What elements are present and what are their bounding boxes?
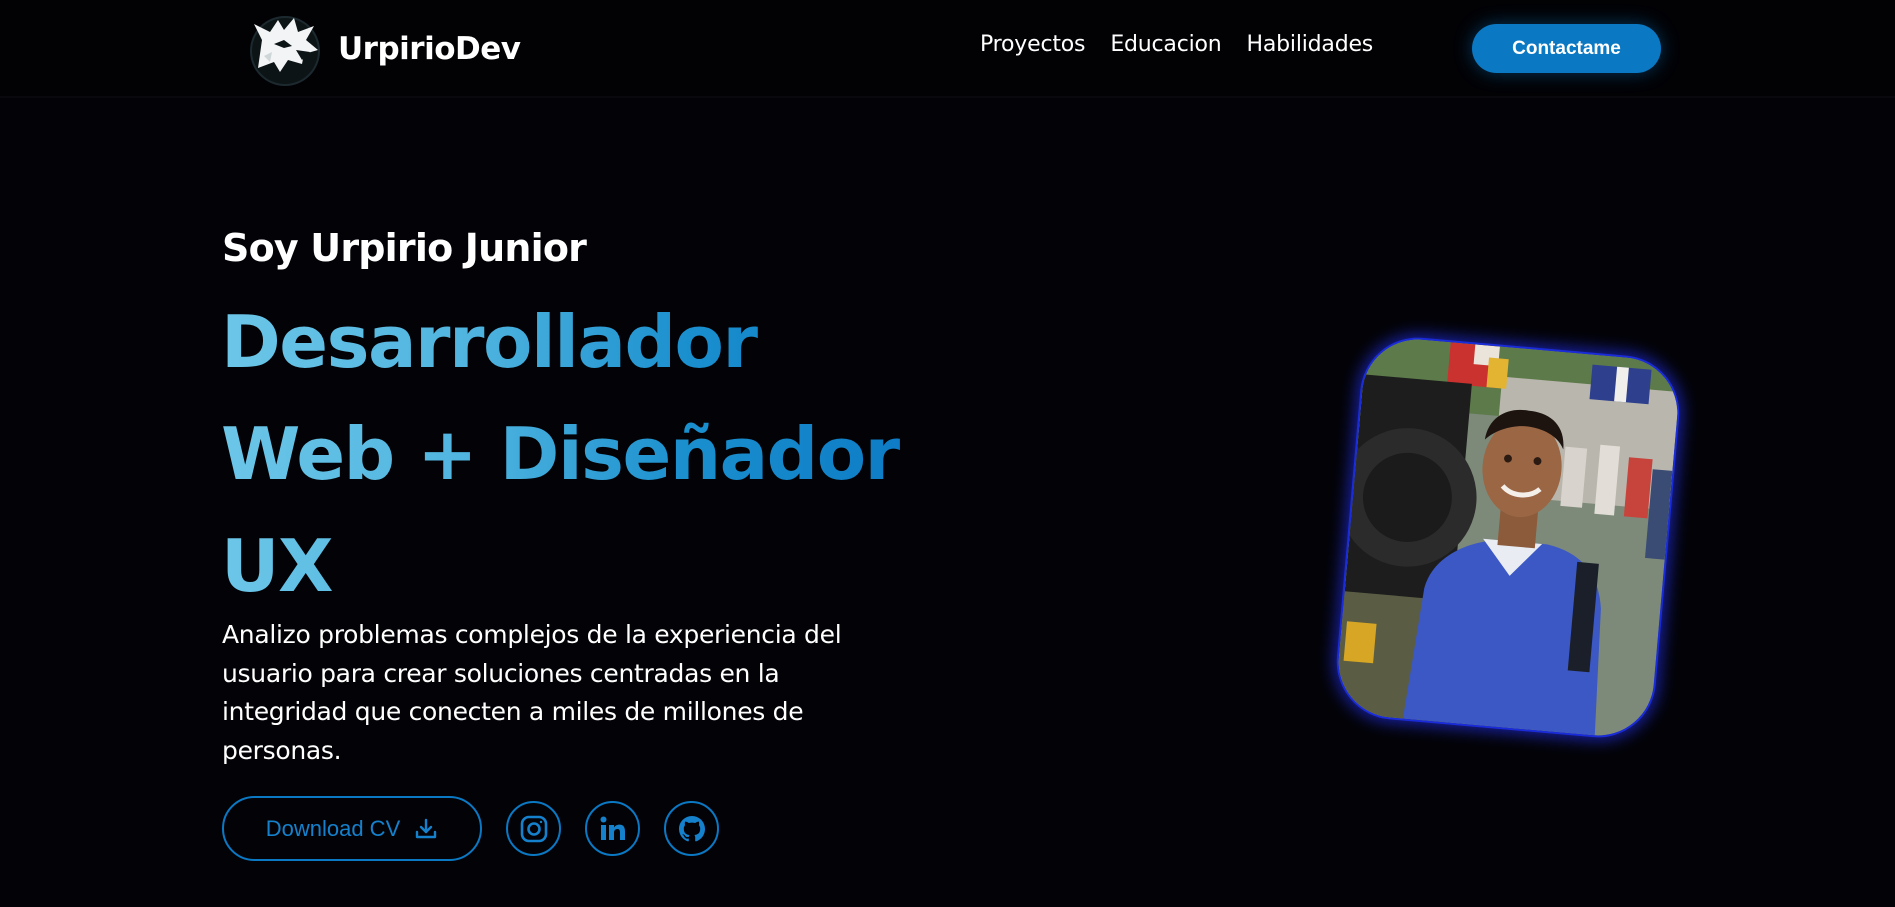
hero-title: Desarrollador Web + Diseñador UX xyxy=(221,286,941,622)
nav-link-educacion[interactable]: Educacion xyxy=(1110,32,1221,57)
wolf-logo-icon xyxy=(250,16,320,86)
nav-link-proyectos[interactable]: Proyectos xyxy=(980,32,1086,57)
hero-intro: Soy Urpirio Junior xyxy=(222,226,587,270)
nav-link-habilidades[interactable]: Habilidades xyxy=(1247,32,1374,57)
download-cv-button[interactable]: Download CV xyxy=(222,796,482,861)
linkedin-icon xyxy=(600,816,625,840)
github-link[interactable] xyxy=(664,801,719,856)
navbar: UrpirioDev Proyectos Educacion Habilidad… xyxy=(0,0,1895,98)
instagram-link[interactable] xyxy=(506,801,561,856)
github-icon xyxy=(678,815,705,841)
profile-photo xyxy=(1331,332,1685,743)
contact-button[interactable]: Contactame xyxy=(1472,24,1661,73)
hero-description: Analizo problemas complejos de la experi… xyxy=(222,620,842,765)
download-cv-label: Download CV xyxy=(265,815,401,841)
brand-link[interactable]: UrpirioDev xyxy=(244,10,521,88)
nav-links: Proyectos Educacion Habilidades xyxy=(980,32,1373,57)
instagram-icon xyxy=(520,815,547,842)
linkedin-link[interactable] xyxy=(585,801,640,856)
brand-name: UrpirioDev xyxy=(338,31,521,67)
download-icon xyxy=(416,818,437,838)
